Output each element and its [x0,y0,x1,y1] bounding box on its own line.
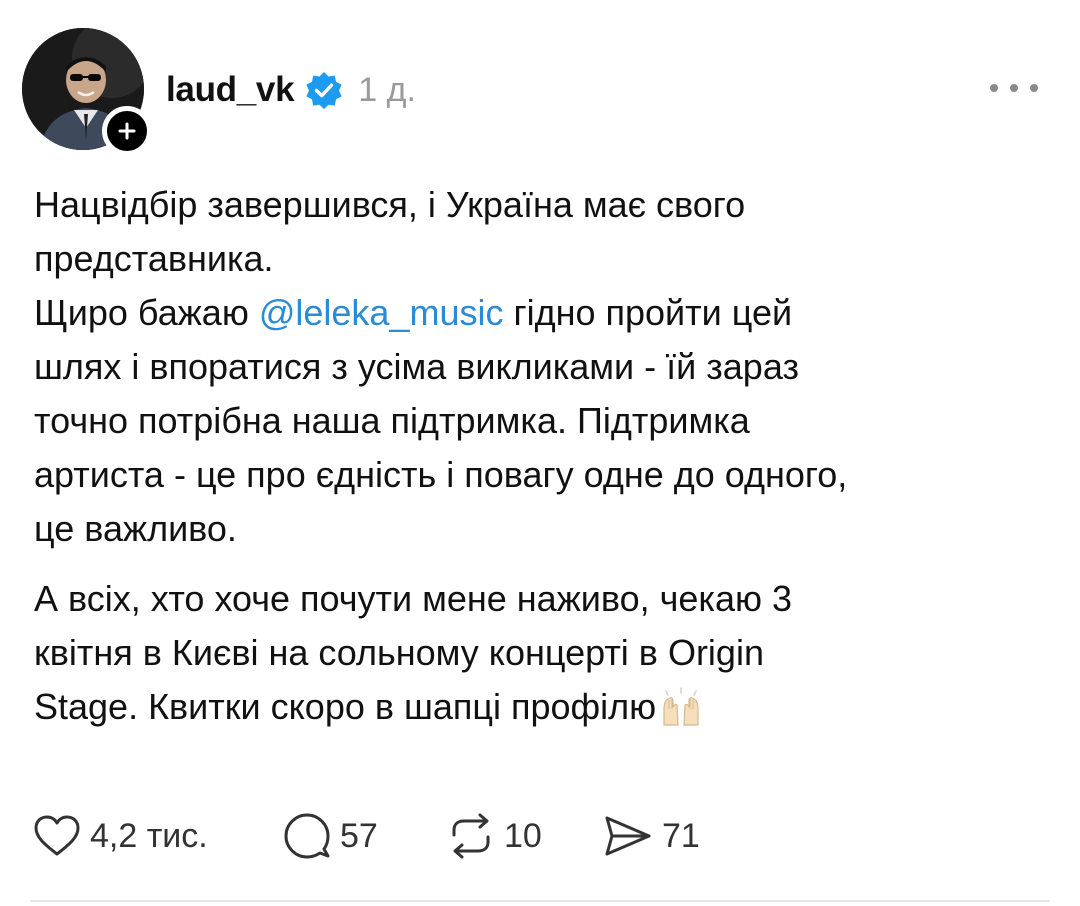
text-line: квітня в Києві на сольному концерті в Or… [34,632,764,673]
raising-hands-emoji-icon [658,687,704,742]
text-line: артиста - це про єдність і повагу одне д… [34,454,848,495]
text-fragment: гідно пройти цей [503,292,793,333]
heart-icon [34,815,80,856]
like-count: 4,2 тис. [90,816,208,855]
share-count: 71 [662,816,700,855]
threads-post: laud_vk 1 д. Нацвідбір завершився, і Укр… [0,0,1080,906]
more-options-button[interactable] [990,72,1038,104]
text-line: Нацвідбір завершився, і Україна має свог… [34,184,746,225]
text-line: точно потрібна наша підтримка. Підтримка [34,400,750,441]
plus-icon [118,122,136,140]
share-button[interactable]: 71 [604,814,724,858]
post-actions-bar: 4,2 тис. 57 10 71 [34,810,724,862]
more-horizontal-icon [990,84,998,92]
text-line-with-mention: Щиро бажаю @leleka_music гідно пройти це… [34,286,1044,340]
reply-count: 57 [340,816,378,855]
more-dot [1010,84,1018,92]
comment-bubble-icon [284,813,330,859]
text-line: А всіх, хто хоче почути мене наживо, чек… [34,578,793,619]
repost-button[interactable]: 10 [448,813,604,859]
username[interactable]: laud_vk [166,70,295,110]
text-line-with-emoji: Stage. Квитки скоро в шапці профілю [34,680,1044,742]
divider [30,900,1050,902]
avatar-container[interactable] [22,28,152,156]
text-line: це важливо. [34,508,237,549]
post-body: Нацвідбір завершився, і Україна має свог… [34,178,1044,742]
repost-icon [452,813,490,859]
text-fragment: Stage. Квитки скоро в шапці профілю [34,686,657,727]
text-line: шлях і впоратися з усіма викликами - їй … [34,346,799,387]
text-fragment: Щиро бажаю [34,292,259,333]
more-dot [1030,84,1038,92]
post-header: laud_vk 1 д. [166,64,416,116]
post-paragraph-1: Нацвідбір завершився, і Україна має свог… [34,178,1044,556]
like-button[interactable]: 4,2 тис. [34,815,284,857]
post-paragraph-2: А всіх, хто хоче почути мене наживо, чек… [34,572,1044,742]
send-paper-plane-icon [605,816,651,856]
post-timestamp: 1 д. [358,70,416,109]
repost-count: 10 [504,816,542,855]
reply-button[interactable]: 57 [284,813,448,859]
mention-link[interactable]: @leleka_music [259,292,504,333]
text-line: представника. [34,238,274,279]
verified-badge-icon [304,70,344,110]
follow-button[interactable] [102,106,152,156]
